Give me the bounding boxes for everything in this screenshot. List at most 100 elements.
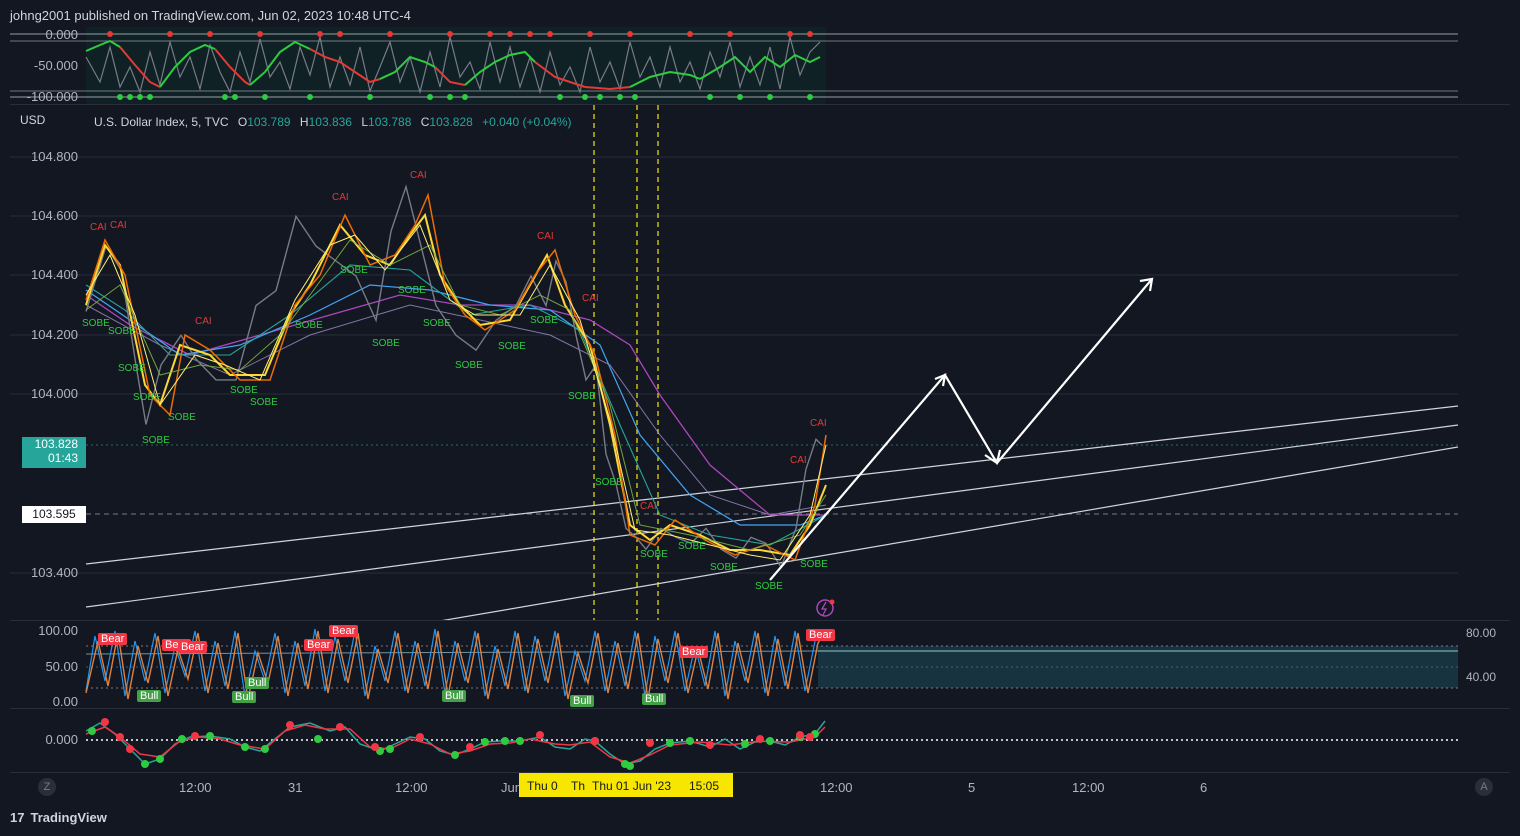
change-value: +0.040 (+0.04%) (482, 115, 572, 129)
low-value: 103.788 (368, 115, 412, 129)
bull-label: Bull (245, 677, 270, 689)
sobe-marker: SOBE (168, 412, 196, 423)
cai-marker: CAI (110, 220, 127, 231)
close-value: 103.828 (429, 115, 473, 129)
bear-label: Bear (304, 639, 334, 651)
sobe-marker: SOBE (230, 385, 258, 396)
price-axis-label-3: 104.200 (31, 327, 78, 342)
current-price-tag: 103.828 01:43 (22, 437, 86, 468)
level-price-tag: 103.595 (22, 506, 86, 523)
price-axis-label-4: 104.000 (31, 386, 78, 401)
crosshair-c: Thu 01 Jun '23 (592, 779, 672, 793)
stoch-right-label-0: 80.00 (1466, 626, 1497, 640)
time-label: 31 (288, 780, 303, 795)
time-label: 5 (968, 780, 976, 795)
stoch-right-label-1: 40.00 (1466, 670, 1497, 684)
bull-label: Bull (232, 691, 257, 703)
currency-label: USD (20, 113, 46, 127)
cai-marker: CAI (332, 192, 349, 203)
sobe-marker: SOBE (455, 360, 483, 371)
sobe-marker: SOBE (640, 549, 668, 560)
main-price-pane[interactable]: USD U.S. Dollar Index, 5, TVC O103.789 H… (10, 104, 1510, 622)
price-line (85, 184, 823, 569)
time-label: 6 (1200, 780, 1208, 795)
bull-label: Bull (642, 693, 667, 705)
bear-label: Bear (679, 646, 709, 658)
low-label: L (361, 115, 369, 129)
auto-scale-button[interactable]: A (1475, 778, 1493, 796)
sobe-marker: SOBE (372, 338, 400, 349)
sobe-marker: SOBE (340, 265, 368, 276)
zoom-reset-button[interactable]: Z (38, 778, 56, 796)
sobe-marker: SOBE (118, 363, 146, 374)
price-axis-label-2: 104.400 (31, 267, 78, 282)
sobe-marker: SOBE (568, 391, 596, 402)
sobe-marker: SOBE (710, 562, 738, 573)
oscillator-pane[interactable]: 0.000 (10, 708, 1510, 773)
cai-marker: CAI (537, 231, 554, 242)
cai-marker: CAI (810, 418, 827, 429)
cai-marker: CAI (410, 170, 427, 181)
sobe-marker: SOBE (142, 435, 170, 446)
sobe-marker: SOBE (423, 318, 451, 329)
current-price: 103.828 (34, 437, 78, 451)
stoch-axis-label-1: 50.00 (45, 659, 78, 674)
time-label: 12:00 (820, 780, 853, 795)
price-chart-svg (10, 105, 1459, 622)
sobe-marker: SOBE (250, 397, 278, 408)
bear-label: Bear (178, 641, 208, 653)
bull-label: Bull (137, 690, 162, 702)
symbol-legend[interactable]: U.S. Dollar Index, 5, TVC O103.789 H103.… (94, 115, 572, 129)
crosshair-time-label: Thu 0 Th Thu 01 Jun '23 15:05 (519, 773, 733, 797)
price-axis-label-0: 104.800 (31, 149, 78, 164)
footer-brand[interactable]: 17 TradingView (10, 810, 107, 825)
sobe-marker: SOBE (755, 581, 783, 592)
cai-marker: CAI (582, 293, 599, 304)
price-axis-label-1: 104.600 (31, 208, 78, 223)
sobe-marker: SOBE (108, 326, 136, 337)
bull-label: Bull (442, 690, 467, 702)
sobe-marker: SOBE (398, 285, 426, 296)
open-value: 103.789 (247, 115, 291, 129)
top-indicator-pane[interactable]: 0.000 -50.000 -100.000 (10, 27, 1510, 104)
time-axis[interactable] (10, 772, 1510, 803)
bull-label: Bull (570, 695, 595, 707)
cai-marker: CAI (640, 501, 657, 512)
open-label: O (237, 115, 248, 129)
oscillator-plot (85, 718, 1458, 770)
sobe-marker: SOBE (133, 392, 161, 403)
tradingview-logo-icon: 17 (10, 810, 25, 825)
bear-label: Bear (806, 629, 836, 641)
stochastic-pane[interactable]: 100.00 50.00 0.00 80.00 40.00 Bear Bear … (10, 620, 1510, 709)
sobe-marker: SOBE (800, 559, 828, 570)
cai-marker: CAI (90, 222, 107, 233)
symbol-name: U.S. Dollar Index, 5, TVC (94, 115, 229, 129)
time-label: 12:00 (179, 780, 212, 795)
top-axis-label-2: -100.000 (26, 89, 78, 104)
time-label: 12:00 (1072, 780, 1105, 795)
crosshair-a: Thu 0 (527, 779, 558, 793)
top-indicator-plot (10, 27, 1458, 104)
osc-axis-label-0: 0.000 (45, 732, 78, 747)
high-value: 103.836 (308, 115, 352, 129)
crosshair-d: 15:05 (689, 779, 720, 793)
cai-marker: CAI (790, 455, 807, 466)
crosshair-b: Th (571, 779, 586, 793)
sobe-marker: SOBE (530, 315, 558, 326)
sobe-marker: SOBE (678, 541, 706, 552)
sobe-marker: SOBE (595, 477, 623, 488)
bear-label: Bear (329, 625, 359, 637)
sobe-marker: SOBE (498, 341, 526, 352)
sobe-marker: SOBE (295, 320, 323, 331)
high-label: H (299, 115, 309, 129)
brand-name: TradingView (30, 810, 107, 825)
stoch-axis-label-0: 100.00 (38, 623, 78, 638)
bar-countdown: 01:43 (47, 451, 78, 465)
publisher-line: johng2001 published on TradingView.com, … (10, 8, 411, 23)
bear-label: Bear (98, 633, 128, 645)
top-axis-label-0: 0.000 (45, 27, 78, 42)
cai-marker: CAI (195, 316, 212, 327)
time-label: 12:00 (395, 780, 428, 795)
stoch-axis-label-2: 0.00 (52, 694, 78, 709)
sobe-marker: SOBE (82, 318, 110, 329)
